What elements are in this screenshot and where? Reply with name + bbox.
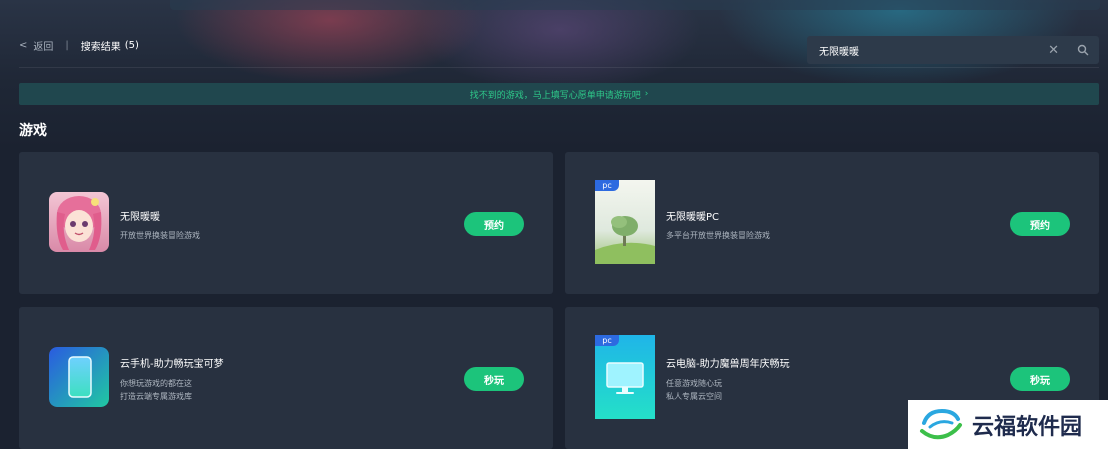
game-card[interactable]: pc 无限暖暖PC 多平台开放世界换装冒险游戏 预约 (565, 152, 1099, 294)
game-cover-image (49, 192, 109, 252)
game-card[interactable]: 云手机-助力畅玩宝可梦 你想玩游戏的都在这 打造云端专属游戏库 秒玩 (19, 307, 553, 449)
cloud-logo-icon (920, 408, 962, 439)
breadcrumb-separator: | (65, 39, 69, 51)
reserve-button[interactable]: 预约 (464, 212, 524, 236)
play-now-button[interactable]: 秒玩 (464, 367, 524, 391)
game-description: 打造云端专属游戏库 (120, 392, 192, 401)
clear-icon[interactable]: ✕ (1048, 43, 1059, 58)
cloud-pc-icon: pc (595, 335, 655, 419)
wishlist-banner-text: 找不到的游戏，马上填写心愿单申请游玩吧 (469, 90, 641, 101)
header-divider (19, 67, 1099, 68)
game-description: 开放世界换装冒险游戏 (120, 231, 200, 240)
game-title: 云手机-助力畅玩宝可梦 (120, 359, 224, 370)
game-card[interactable]: 无限暖暖 开放世界换装冒险游戏 预约 (19, 152, 553, 294)
hero-background (0, 0, 1108, 150)
search-input[interactable] (819, 44, 1049, 56)
top-banner-strip (170, 0, 1100, 10)
search-results-title: 搜索结果 (80, 41, 121, 53)
game-cover-image: pc (595, 180, 655, 264)
chevron-left-icon: < (19, 39, 28, 51)
wishlist-banner[interactable]: 找不到的游戏，马上填写心愿单申请游玩吧 › (19, 83, 1099, 105)
watermark-logo: 云福软件园 (908, 400, 1108, 449)
watermark-text: 云福软件园 (972, 414, 1083, 440)
pc-tag: pc (595, 335, 619, 346)
game-description: 任意游戏随心玩 (666, 379, 722, 388)
game-description: 你想玩游戏的都在这 (120, 379, 192, 388)
section-title-games: 游戏 (19, 123, 47, 139)
game-description: 多平台开放世界换装冒险游戏 (666, 231, 770, 240)
search-results-count: (5) (124, 39, 139, 51)
game-title: 云电脑-助力魔兽周年庆畅玩 (666, 359, 790, 370)
back-label: 返回 (33, 41, 54, 53)
game-description: 私人专属云空间 (666, 392, 722, 401)
cloud-phone-icon (49, 347, 109, 407)
pc-tag: pc (595, 180, 619, 191)
back-link[interactable]: < 返回 (19, 38, 53, 53)
game-title: 无限暖暖PC (666, 212, 720, 223)
search-icon[interactable] (1077, 44, 1089, 56)
breadcrumb: < 返回 | 搜索结果 (5) (19, 38, 139, 53)
game-title: 无限暖暖 (120, 212, 160, 223)
reserve-button[interactable]: 预约 (1010, 212, 1070, 236)
chevron-right-icon: › (644, 89, 649, 99)
search-box: ✕ (807, 36, 1099, 64)
play-now-button[interactable]: 秒玩 (1010, 367, 1070, 391)
